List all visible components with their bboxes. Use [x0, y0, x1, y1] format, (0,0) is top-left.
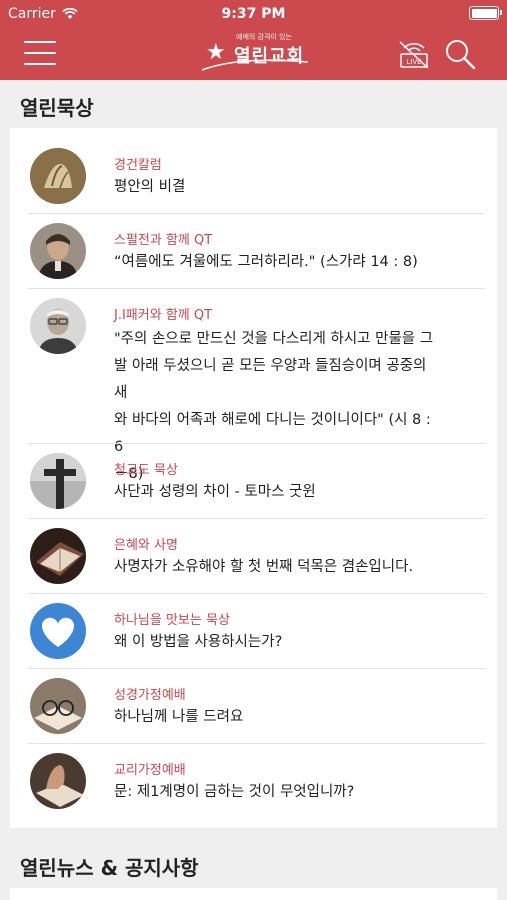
praying-hands-thumbnail — [30, 148, 86, 204]
search-icon — [446, 40, 476, 70]
devotion-title: 하나님께 나를 드려요 — [114, 709, 244, 725]
spurgeon-portrait-thumbnail — [30, 223, 86, 279]
devotion-category: 교리가정예배 — [114, 763, 186, 778]
devotion-item[interactable]: 하나님을 맛보는 묵상 왜 이 방법을 사용하시는가? — [10, 594, 497, 669]
cross-thumbnail — [30, 453, 86, 509]
news-list — [10, 888, 497, 900]
church-logo[interactable]: 예배의 감격이 있는 ★ 열린교회 — [200, 30, 310, 76]
devotion-item[interactable]: 교리가정예배 문: 제1계명이 금하는 것이 무엇입니까? — [10, 744, 497, 819]
devotion-title: 사단과 성령의 차이 - 토마스 굿윈 — [114, 484, 316, 500]
news-section-title: 열린뉴스 & 공지사항 — [20, 856, 199, 880]
glasses-book-thumbnail — [30, 678, 86, 734]
battery-icon — [469, 6, 502, 20]
app-header: Carrier 9:37 PM 예배의 감격이 있는 ★ 열린교회 LIVE — [0, 0, 507, 80]
logo-tagline: 예배의 감격이 있는 — [236, 33, 292, 41]
devotion-category: 청교도 묵상 — [114, 463, 178, 478]
devotion-item[interactable]: 경건칼럼 평안의 비결 — [10, 138, 497, 214]
devotion-title-line: "주의 손으로 만드신 것을 다스리게 하시고 만물을 그 — [114, 331, 434, 347]
live-off-button[interactable]: LIVE — [396, 38, 432, 70]
live-off-icon: LIVE — [399, 41, 429, 69]
devotion-title: 문: 제1계명이 금하는 것이 무엇입니까? — [114, 784, 355, 800]
devotion-item[interactable]: 청교도 묵상 사단과 성령의 차이 - 토마스 굿윈 — [10, 444, 497, 519]
devotion-category: 경건칼럼 — [114, 158, 162, 173]
devotion-item[interactable]: J.I패커와 함께 QT "주의 손으로 만드신 것을 다스리게 하시고 만물을… — [10, 289, 497, 482]
devotion-item[interactable]: 스펄전과 함께 QT “여름에도 겨울에도 그러하리라." (스가랴 14 : … — [10, 214, 497, 289]
devotion-category: 스펄전과 함께 QT — [114, 233, 213, 248]
heart-cloud-thumbnail — [30, 603, 86, 659]
devotion-item[interactable]: 성경가정예배 하나님께 나를 드려요 — [10, 669, 497, 744]
menu-button[interactable] — [20, 38, 60, 68]
packer-portrait-thumbnail — [30, 298, 86, 354]
devotion-section-title: 열린묵상 — [20, 96, 94, 120]
devotion-category: 성경가정예배 — [114, 688, 186, 703]
devotion-item[interactable]: 은혜와 사명 사명자가 소유해야 할 첫 번째 덕목은 겸손입니다. — [10, 519, 497, 594]
devotion-category: 은혜와 사명 — [114, 538, 178, 553]
prayer-book-thumbnail — [30, 753, 86, 809]
devotion-title: “여름에도 겨울에도 그러하리라." (스가랴 14 : 8) — [114, 254, 418, 270]
bible-thumbnail — [30, 528, 86, 584]
devotion-title-line: 발 아래 두셨으니 곧 모든 우양과 들짐승이며 공중의 새 — [114, 358, 427, 401]
logo-swoosh — [201, 59, 309, 71]
menu-icon — [24, 41, 56, 43]
devotion-list: 경건칼럼 평안의 비결 스펄전과 함께 QT “여름에도 겨울에도 그러하리라.… — [10, 128, 497, 828]
devotion-title: 사명자가 소유해야 할 첫 번째 덕목은 겸손입니다. — [114, 559, 414, 575]
devotion-category: J.I패커와 함께 QT — [114, 308, 213, 323]
devotion-title: 왜 이 방법을 사용하시는가? — [114, 634, 283, 650]
status-time: 9:37 PM — [221, 6, 286, 22]
nav-bar: 예배의 감격이 있는 ★ 열린교회 LIVE — [0, 28, 507, 80]
devotion-category: 하나님을 맛보는 묵상 — [114, 613, 230, 628]
status-bar: Carrier 9:37 PM — [0, 0, 507, 28]
devotion-title: 평안의 비결 — [114, 179, 186, 195]
search-button[interactable] — [444, 38, 476, 70]
